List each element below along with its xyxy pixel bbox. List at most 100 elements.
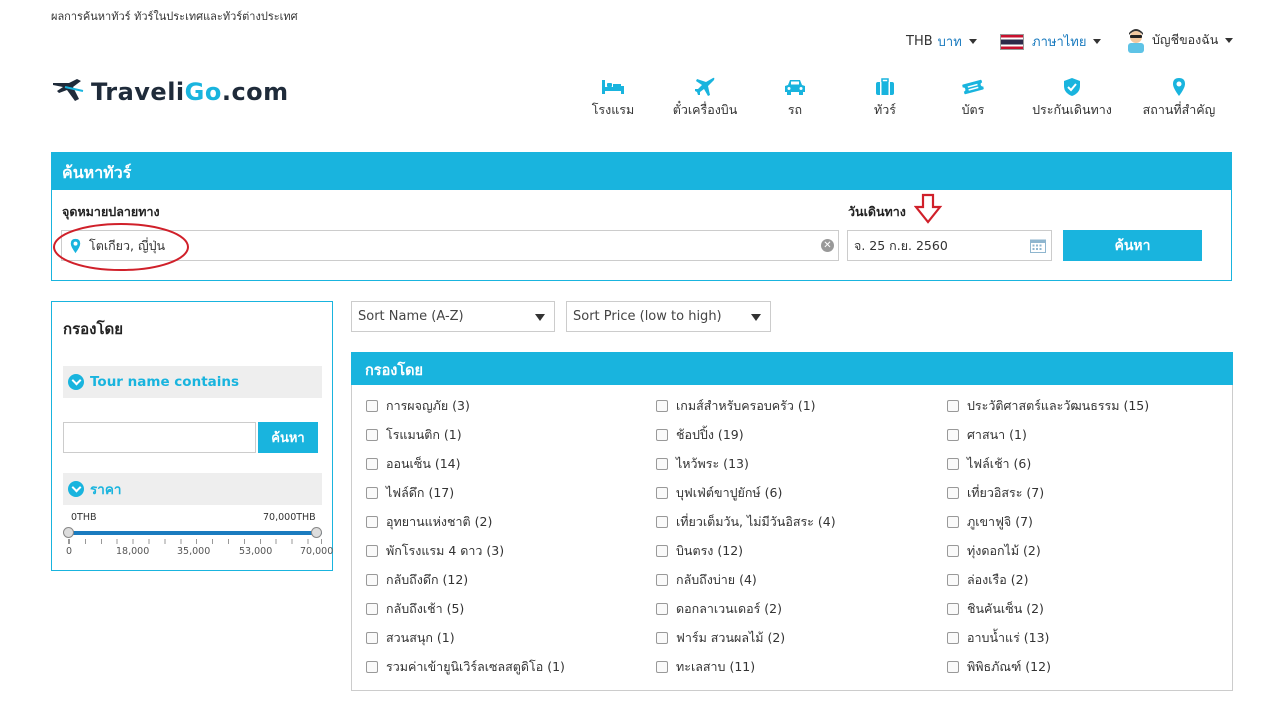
price-tick: 0 xyxy=(66,546,73,557)
nav-label: ตั๋วเครื่องบิน xyxy=(672,102,738,117)
price-slider-max-handle[interactable] xyxy=(311,527,322,538)
checkbox[interactable] xyxy=(366,574,378,586)
category-checkbox-item[interactable]: กลับถึงเช้า (5) xyxy=(366,599,464,619)
calendar-icon[interactable] xyxy=(1030,238,1046,256)
checkbox[interactable] xyxy=(947,661,959,673)
category-checkbox-item[interactable]: ไหว้พระ (13) xyxy=(656,454,749,474)
category-checkbox-item[interactable]: สวนสนุก (1) xyxy=(366,628,455,648)
category-checkbox-item[interactable]: บุฟเฟ่ต์ขาปูยักษ์ (6) xyxy=(656,483,782,503)
category-checkbox-item[interactable]: ศาสนา (1) xyxy=(947,425,1027,445)
price-tick: 53,000 xyxy=(239,546,273,557)
checkbox[interactable] xyxy=(656,545,668,557)
avatar xyxy=(1125,27,1147,53)
checkbox[interactable] xyxy=(366,632,378,644)
checkbox[interactable] xyxy=(366,429,378,441)
tour-name-section-toggle[interactable]: Tour name contains xyxy=(63,366,322,398)
checkbox[interactable] xyxy=(656,400,668,412)
category-checkbox-item[interactable]: ช้อปปิ้ง (19) xyxy=(656,425,744,445)
category-checkbox-item[interactable]: เที่ยวอิสระ (7) xyxy=(947,483,1044,503)
price-section-toggle[interactable]: ราคา xyxy=(63,473,322,505)
category-checkbox-item[interactable]: อุทยานแห่งชาติ (2) xyxy=(366,512,492,532)
category-checkbox-item[interactable]: ชินคันเซ็น (2) xyxy=(947,599,1044,619)
account-menu[interactable]: บัญชีของฉัน xyxy=(1125,27,1234,53)
tour-name-label: Tour name contains xyxy=(90,374,240,390)
category-checkbox-item[interactable]: ไฟล์เช้า (6) xyxy=(947,454,1031,474)
nav-label: โรงแรม xyxy=(591,102,635,117)
checkbox[interactable] xyxy=(366,516,378,528)
checkbox[interactable] xyxy=(656,487,668,499)
category-checkbox-item[interactable]: ดอกลาเวนเดอร์ (2) xyxy=(656,599,782,619)
checkbox[interactable] xyxy=(366,458,378,470)
checkbox[interactable] xyxy=(947,487,959,499)
search-button[interactable]: ค้นหา xyxy=(1063,230,1202,261)
nav-tickets[interactable]: บัตร xyxy=(928,76,1018,120)
site-logo[interactable]: TraveliGo.com xyxy=(51,77,289,107)
price-slider-min-handle[interactable] xyxy=(63,527,74,538)
clear-icon[interactable]: ✕ xyxy=(821,239,834,252)
nav-insurance[interactable]: ประกันเดินทาง xyxy=(1027,76,1117,120)
checkbox[interactable] xyxy=(947,458,959,470)
nav-hotels[interactable]: โรงแรม xyxy=(568,76,658,120)
category-filter-panel: กรองโดย การผจญภัย (3) โรแมนติก (1) ออนเซ็น… xyxy=(351,352,1233,691)
category-checkbox-item[interactable]: ทุ่งดอกไม้ (2) xyxy=(947,541,1041,561)
tour-name-input[interactable] xyxy=(63,422,256,453)
checkbox[interactable] xyxy=(947,603,959,615)
checkbox[interactable] xyxy=(947,632,959,644)
chevron-down-icon xyxy=(68,374,84,390)
checkbox[interactable] xyxy=(947,400,959,412)
checkbox[interactable] xyxy=(656,458,668,470)
price-label: ราคา xyxy=(90,482,122,498)
nav-landmarks[interactable]: สถานที่สำคัญ xyxy=(1134,76,1224,120)
currency-selector[interactable]: THB บาท xyxy=(906,31,977,52)
tour-search-panel: ค้นหาทัวร์ จุดหมายปลายทาง โตเกียว, ญี่ปุ… xyxy=(51,152,1232,281)
nav-cars[interactable]: รถ xyxy=(750,76,840,120)
category-checkbox-item[interactable]: พักโรงแรม 4 ดาว (3) xyxy=(366,541,504,561)
checkbox[interactable] xyxy=(947,545,959,557)
sort-price-select[interactable]: Sort Price (low to high) xyxy=(566,301,771,332)
nav-tours[interactable]: ทัวร์ xyxy=(840,76,930,120)
ticket-icon xyxy=(928,76,1018,98)
category-checkbox-item[interactable]: ประวัติศาสตร์และวัฒนธรรม (15) xyxy=(947,396,1149,416)
category-checkbox-item[interactable]: ภูเขาฟูจิ (7) xyxy=(947,512,1033,532)
checkbox[interactable] xyxy=(656,574,668,586)
category-label: ฟาร์ม สวนผลไม้ (2) xyxy=(676,630,786,645)
sort-name-select[interactable]: Sort Name (A-Z) xyxy=(351,301,555,332)
checkbox[interactable] xyxy=(656,661,668,673)
checkbox[interactable] xyxy=(656,603,668,615)
category-checkbox-item[interactable]: บินตรง (12) xyxy=(656,541,743,561)
checkbox[interactable] xyxy=(656,632,668,644)
checkbox[interactable] xyxy=(366,487,378,499)
category-checkbox-item[interactable]: โรแมนติก (1) xyxy=(366,425,462,445)
category-checkbox-item[interactable]: พิพิธภัณฑ์ (12) xyxy=(947,657,1051,677)
category-checkbox-item[interactable]: เกมส์สำหรับครอบครัว (1) xyxy=(656,396,816,416)
checkbox[interactable] xyxy=(366,603,378,615)
checkbox[interactable] xyxy=(656,516,668,528)
checkbox[interactable] xyxy=(947,574,959,586)
category-checkbox-item[interactable]: การผจญภัย (3) xyxy=(366,396,470,416)
checkbox[interactable] xyxy=(366,400,378,412)
language-label: ภาษาไทย xyxy=(1032,35,1087,50)
page-meta-line: ผลการค้นหาทัวร์ ทัวร์ในประเทศและทัวร์ต่า… xyxy=(51,10,298,23)
category-checkbox-item[interactable]: ไฟล์ดึก (17) xyxy=(366,483,454,503)
category-checkbox-item[interactable]: กลับถึงบ่าย (4) xyxy=(656,570,757,590)
checkbox[interactable] xyxy=(947,516,959,528)
category-label: อุทยานแห่งชาติ (2) xyxy=(386,514,493,529)
checkbox[interactable] xyxy=(366,661,378,673)
category-checkbox-item[interactable]: กลับถึงดึก (12) xyxy=(366,570,468,590)
category-checkbox-item[interactable]: รวมค่าเข้ายูนิเวิร์ลเซลสตูดิโอ (1) xyxy=(366,657,565,677)
category-checkbox-item[interactable]: ทะเลสาบ (11) xyxy=(656,657,755,677)
price-slider-track[interactable] xyxy=(68,531,322,535)
category-label: กลับถึงเช้า (5) xyxy=(386,601,465,616)
category-checkbox-item[interactable]: อาบน้ำแร่ (13) xyxy=(947,628,1049,648)
category-checkbox-item[interactable]: เที่ยวเต็มวัน, ไม่มีวันอิสระ (4) xyxy=(656,512,836,532)
checkbox[interactable] xyxy=(366,545,378,557)
checkbox[interactable] xyxy=(656,429,668,441)
tour-name-search-button[interactable]: ค้นหา xyxy=(258,422,318,453)
category-checkbox-item[interactable]: ฟาร์ม สวนผลไม้ (2) xyxy=(656,628,785,648)
date-field[interactable]: จ. 25 ก.ย. 2560 xyxy=(847,230,1052,261)
category-checkbox-item[interactable]: ล่องเรือ (2) xyxy=(947,570,1028,590)
category-checkbox-item[interactable]: ออนเซ็น (14) xyxy=(366,454,461,474)
nav-flights[interactable]: ตั๋วเครื่องบิน xyxy=(660,76,750,120)
checkbox[interactable] xyxy=(947,429,959,441)
language-selector[interactable]: ภาษาไทย xyxy=(1000,31,1102,52)
